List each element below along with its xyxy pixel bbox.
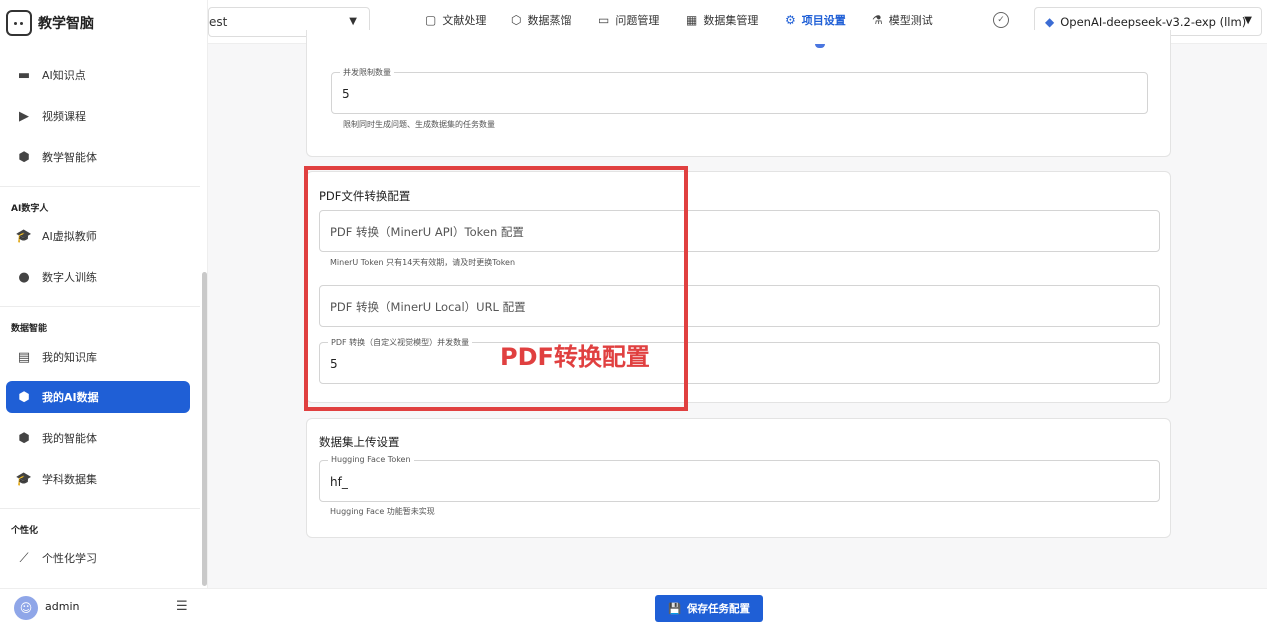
brand-title: 教学智脑: [38, 16, 94, 32]
sidebar-section-personalization: 个性化: [11, 526, 39, 536]
sidebar-item-knowledge-base[interactable]: ▤ 我的知识库: [6, 341, 190, 373]
sidebar-item-ai-teacher[interactable]: 🎓 AI虚拟教师: [6, 220, 190, 252]
collapse-sidebar-icon[interactable]: ☰: [176, 599, 188, 614]
sidebar-section-digital-human: AI数字人: [11, 204, 49, 214]
annotation-highlight-box: [304, 166, 688, 411]
document-icon: ▢: [425, 13, 437, 27]
magic-wand-icon: ⟋: [19, 550, 29, 566]
field-value: hf_: [330, 475, 348, 489]
sidebar-item-my-ai-data[interactable]: ⬢ 我的AI数据: [6, 381, 190, 413]
sidebar-item-digital-human-training[interactable]: ● 数字人训练: [6, 261, 190, 293]
check-circle-icon[interactable]: ✓: [993, 12, 1009, 28]
hf-token-field[interactable]: Hugging Face Token hf_: [319, 455, 1160, 502]
tab-label: 数据集管理: [703, 14, 759, 27]
cube-icon: ⬢: [18, 430, 30, 446]
chevron-down-icon: ▼: [1244, 15, 1252, 26]
sidebar-item-video-courses[interactable]: ▶ 视频课程: [6, 100, 190, 132]
sidebar-item-label: 学科数据集: [42, 473, 97, 486]
save-icon: 💾: [667, 603, 682, 615]
sidebar-item-teaching-agent[interactable]: ⬢ 教学智能体: [6, 141, 190, 173]
cube-icon: ⬡: [511, 13, 522, 27]
tab-label: 问题管理: [615, 14, 660, 27]
dataset-upload-card: 数据集上传设置 Hugging Face Token hf_ Hugging F…: [306, 418, 1171, 538]
bottom-action-bar: 💾 保存任务配置: [208, 588, 1267, 622]
sidebar-item-label: 个性化学习: [42, 552, 97, 565]
tab-label: 模型测试: [888, 14, 933, 27]
sidebar-scrollbar[interactable]: [202, 272, 207, 586]
play-icon: ▶: [19, 108, 29, 124]
sidebar-item-ai-knowledge[interactable]: ▬ AI知识点: [6, 59, 190, 91]
tab-label: 文献处理: [442, 14, 487, 27]
avatar[interactable]: ☺: [14, 596, 38, 620]
sidebar-item-subject-datasets[interactable]: 🎓 学科数据集: [6, 463, 190, 495]
tab-label: 项目设置: [801, 14, 846, 27]
brand[interactable]: 教学智脑: [6, 8, 94, 38]
model-select-value: OpenAI-deepseek-v3.2-exp (llm): [1060, 14, 1247, 29]
graduation-cap-icon: 🎓: [15, 471, 33, 487]
sidebar-item-label: AI知识点: [42, 69, 86, 82]
sidebar-divider: [0, 508, 200, 509]
graduation-cap-icon: 🎓: [15, 228, 33, 244]
field-value: 5: [342, 87, 350, 101]
sidebar-item-my-agents[interactable]: ⬢ 我的智能体: [6, 422, 190, 454]
model-logo-icon: ◆: [1045, 14, 1055, 29]
concurrency-limit-field[interactable]: 并发限制数量 5: [331, 67, 1148, 114]
annotation-label: PDF转换配置: [500, 343, 650, 371]
field-label: Hugging Face Token: [328, 455, 414, 464]
field-helper: 限制同时生成问题、生成数据集的任务数量: [343, 120, 495, 129]
button-label: 保存任务配置: [687, 603, 751, 615]
user-name: admin: [45, 600, 80, 613]
cube-icon: ⬢: [18, 149, 30, 165]
sidebar-divider: [0, 186, 200, 187]
sidebar-item-label: 数字人训练: [42, 271, 97, 284]
sidebar-item-label: 教学智能体: [42, 151, 97, 164]
user-bar: ☺ admin ☰: [0, 588, 208, 622]
field-label: 并发限制数量: [340, 67, 394, 78]
gear-icon: ⚙: [785, 13, 796, 27]
film-icon: ▬: [17, 67, 31, 83]
sidebar-divider: [0, 306, 200, 307]
card-title: 数据集上传设置: [319, 435, 400, 449]
sidebar-item-personalized-learning[interactable]: ⟋ 个性化学习: [6, 542, 190, 574]
sidebar-item-label: 我的AI数据: [42, 391, 99, 404]
package-icon: ⬢: [18, 389, 30, 405]
project-select-value: est: [209, 15, 228, 29]
sidebar: 教学智脑 ▬ AI知识点 ▶ 视频课程 ⬢ 教学智能体 AI数字人 🎓 AI虚拟…: [0, 0, 208, 622]
sidebar-item-label: 视频课程: [42, 110, 86, 123]
chat-icon: ▭: [598, 13, 610, 27]
task-settings-card: 并发限制数量 5 限制同时生成问题、生成数据集的任务数量: [306, 30, 1171, 157]
tab-label: 数据蒸馏: [527, 14, 572, 27]
flask-icon: ⚗: [872, 13, 883, 27]
field-helper: Hugging Face 功能暂未实现: [330, 507, 435, 516]
chevron-down-icon: ▼: [349, 16, 357, 27]
brand-logo-icon: [6, 10, 32, 36]
sidebar-section-data-intelligence: 数据智能: [11, 324, 48, 334]
user-icon: ☺: [19, 601, 33, 615]
person-icon: ●: [18, 269, 30, 285]
sidebar-item-label: 我的知识库: [42, 351, 97, 364]
sidebar-item-label: 我的智能体: [42, 432, 97, 445]
book-icon: ▤: [17, 349, 31, 365]
grid-icon: ▦: [686, 13, 698, 27]
sidebar-item-label: AI虚拟教师: [42, 230, 97, 243]
save-task-config-button[interactable]: 💾 保存任务配置: [655, 595, 763, 622]
